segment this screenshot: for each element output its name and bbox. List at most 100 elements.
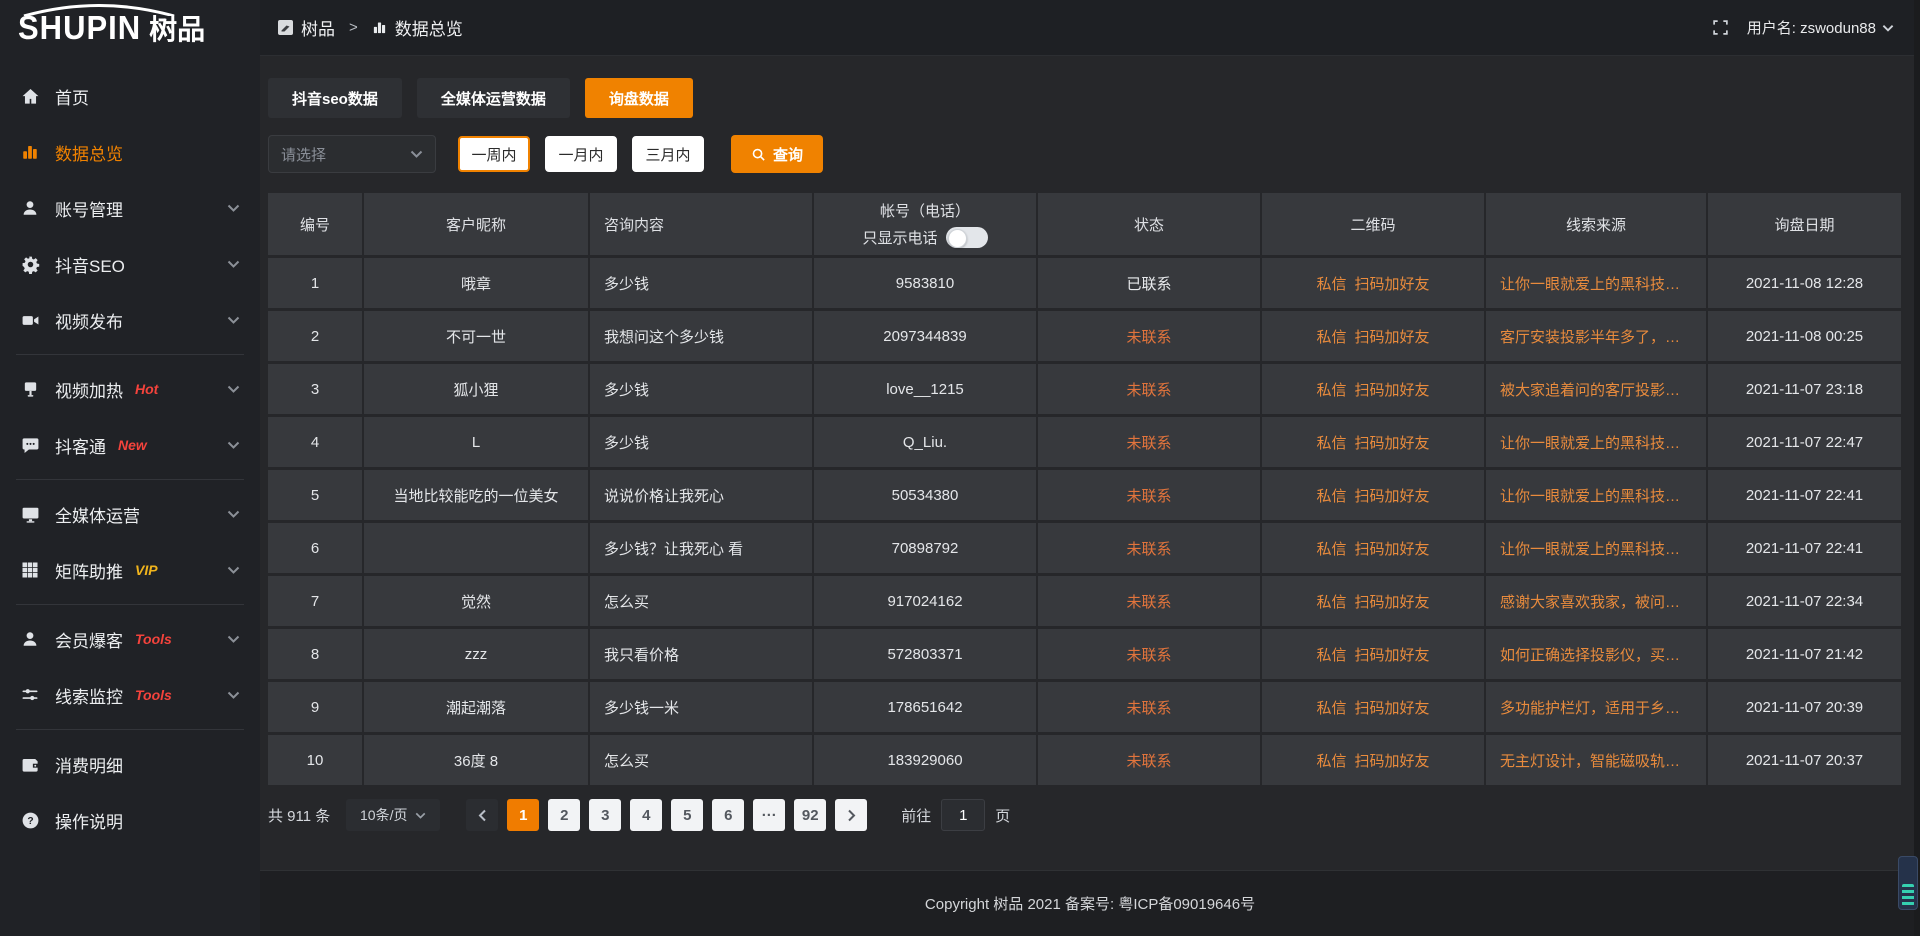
scan-add-friend-link[interactable]: 扫码加好友 <box>1355 697 1430 718</box>
breadcrumb-root[interactable]: 树品 <box>301 15 335 40</box>
breadcrumb: 树品 > 数据总览 <box>278 15 463 40</box>
sidebar-item-matrix-boost[interactable]: 矩阵助推 VIP <box>0 542 260 598</box>
page-button-2[interactable]: 2 <box>548 799 580 831</box>
lead-source-link[interactable]: 让你一眼就爱上的黑科技，能... <box>1500 538 1692 559</box>
sidebar-item-douketong[interactable]: 抖客通 New <box>0 417 260 473</box>
scan-add-friend-link[interactable]: 扫码加好友 <box>1355 750 1430 771</box>
page-ellipsis-button[interactable]: ··· <box>753 799 785 831</box>
sidebar-item-label: 抖音SEO <box>55 252 125 277</box>
tab-inquiry-data[interactable]: 询盘数据 <box>585 78 693 118</box>
lead-source-link[interactable]: 多功能护栏灯，适用于乡村文... <box>1500 697 1692 718</box>
sidebar-item-member-burst[interactable]: 会员爆客 Tools <box>0 611 260 667</box>
lead-source-link[interactable]: 如何正确选择投影仪，买投影... <box>1500 644 1692 665</box>
cell-qrcode: 私信扫码加好友 <box>1262 523 1484 573</box>
sidebar-item-data-overview[interactable]: 数据总览 <box>0 124 260 180</box>
logo-text-en: SHUPIN <box>18 9 141 48</box>
scan-add-friend-link[interactable]: 扫码加好友 <box>1355 432 1430 453</box>
private-message-link[interactable]: 私信 <box>1316 697 1346 718</box>
cell-id: 3 <box>268 364 362 414</box>
cell-inquiry-date: 2021-11-07 20:39 <box>1708 682 1901 732</box>
tab-douyin-seo-data[interactable]: 抖音seo数据 <box>268 78 402 118</box>
prev-page-button[interactable] <box>466 799 498 831</box>
scan-add-friend-link[interactable]: 扫码加好友 <box>1355 273 1430 294</box>
sidebar-item-account-management[interactable]: 账号管理 <box>0 180 260 236</box>
cell-nickname <box>364 523 588 573</box>
lead-source-link[interactable]: 让你一眼就爱上的黑科技，能... <box>1500 485 1692 506</box>
fullscreen-icon[interactable] <box>1712 19 1729 36</box>
sidebar-item-video-publish[interactable]: 视频发布 <box>0 292 260 348</box>
cell-lead-source: 被大家追着问的客厅投影分享... <box>1486 364 1706 414</box>
page-button-4[interactable]: 4 <box>630 799 662 831</box>
private-message-link[interactable]: 私信 <box>1316 432 1346 453</box>
scan-add-friend-link[interactable]: 扫码加好友 <box>1355 644 1430 665</box>
floating-widget[interactable] <box>1898 856 1918 910</box>
cell-account: 70898792 <box>814 523 1036 573</box>
cell-inquiry: 多少钱一米 <box>590 682 812 732</box>
cell-account: Q_Liu. <box>814 417 1036 467</box>
page-button-5[interactable]: 5 <box>671 799 703 831</box>
scan-add-friend-link[interactable]: 扫码加好友 <box>1355 538 1430 559</box>
goto-page-input[interactable] <box>941 799 985 831</box>
sidebar-item-instructions[interactable]: ? 操作说明 <box>0 792 260 848</box>
private-message-link[interactable]: 私信 <box>1316 591 1346 612</box>
phone-only-toggle[interactable] <box>946 227 988 248</box>
sidebar-item-consumption-detail[interactable]: 消费明细 <box>0 736 260 792</box>
sidebar-item-video-heat[interactable]: 视频加热 Hot <box>0 361 260 417</box>
lead-source-link[interactable]: 让你一眼就爱上的黑科技，能... <box>1500 273 1692 294</box>
user-menu[interactable]: 用户名: zswodun88 <box>1747 17 1894 38</box>
monitor-icon <box>20 504 40 524</box>
lead-source-link[interactable]: 让你一眼就爱上的黑科技，能... <box>1500 432 1692 453</box>
lead-source-link[interactable]: 感谢大家喜欢我家，被问了好... <box>1500 591 1692 612</box>
lead-source-link[interactable]: 被大家追着问的客厅投影分享... <box>1500 379 1692 400</box>
search-icon <box>751 147 766 162</box>
range-quarter-button[interactable]: 三月内 <box>632 136 704 172</box>
private-message-link[interactable]: 私信 <box>1316 273 1346 294</box>
scrollbar-track[interactable] <box>1914 0 1920 936</box>
page-button-6[interactable]: 6 <box>712 799 744 831</box>
chevron-down-icon <box>227 635 240 643</box>
gear-icon <box>20 254 40 274</box>
next-page-button[interactable] <box>835 799 867 831</box>
scan-add-friend-link[interactable]: 扫码加好友 <box>1355 485 1430 506</box>
cell-status: 未联系 <box>1038 470 1260 520</box>
pagination: 共 911 条 10条/页 1 2 3 4 5 6 ··· 92 前往 页 <box>268 799 1901 831</box>
column-header-id: 编号 <box>268 193 362 255</box>
account-select[interactable]: 请选择 <box>268 135 436 173</box>
scan-add-friend-link[interactable]: 扫码加好友 <box>1355 326 1430 347</box>
private-message-link[interactable]: 私信 <box>1316 644 1346 665</box>
sidebar-item-home[interactable]: 首页 <box>0 68 260 124</box>
private-message-link[interactable]: 私信 <box>1316 538 1346 559</box>
filter-bar: 请选择 一周内 一月内 三月内 查询 <box>268 135 1901 173</box>
cell-status: 未联系 <box>1038 629 1260 679</box>
tab-omni-media-data[interactable]: 全媒体运营数据 <box>417 78 570 118</box>
range-month-button[interactable]: 一月内 <box>545 136 617 172</box>
scan-add-friend-link[interactable]: 扫码加好友 <box>1355 591 1430 612</box>
page-size-select[interactable]: 10条/页 <box>346 799 440 831</box>
cell-account: love__1215 <box>814 364 1036 414</box>
cell-qrcode: 私信扫码加好友 <box>1262 470 1484 520</box>
query-button-label: 查询 <box>773 144 803 165</box>
page-button-92[interactable]: 92 <box>794 799 826 831</box>
sidebar-item-label: 线索监控 <box>55 683 123 708</box>
private-message-link[interactable]: 私信 <box>1316 379 1346 400</box>
scan-add-friend-link[interactable]: 扫码加好友 <box>1355 379 1430 400</box>
sidebar-item-label: 首页 <box>55 84 89 109</box>
cell-inquiry-date: 2021-11-08 12:28 <box>1708 258 1901 308</box>
page-button-1[interactable]: 1 <box>507 799 539 831</box>
cell-nickname: 当地比较能吃的一位美女 <box>364 470 588 520</box>
private-message-link[interactable]: 私信 <box>1316 485 1346 506</box>
sidebar-item-douyin-seo[interactable]: 抖音SEO <box>0 236 260 292</box>
page-button-3[interactable]: 3 <box>589 799 621 831</box>
sidebar-item-lead-monitor[interactable]: 线索监控 Tools <box>0 667 260 723</box>
heat-icon <box>20 379 40 399</box>
chevron-down-icon <box>227 510 240 518</box>
private-message-link[interactable]: 私信 <box>1316 750 1346 771</box>
range-week-button[interactable]: 一周内 <box>458 136 530 172</box>
vip-badge: VIP <box>135 562 158 578</box>
lead-source-link[interactable]: 无主灯设计，智能磁吸轨道灯... <box>1500 750 1692 771</box>
query-button[interactable]: 查询 <box>731 135 823 173</box>
cell-account: 917024162 <box>814 576 1036 626</box>
private-message-link[interactable]: 私信 <box>1316 326 1346 347</box>
sidebar-item-omni-media[interactable]: 全媒体运营 <box>0 486 260 542</box>
lead-source-link[interactable]: 客厅安装投影半年多了，真实... <box>1500 326 1692 347</box>
